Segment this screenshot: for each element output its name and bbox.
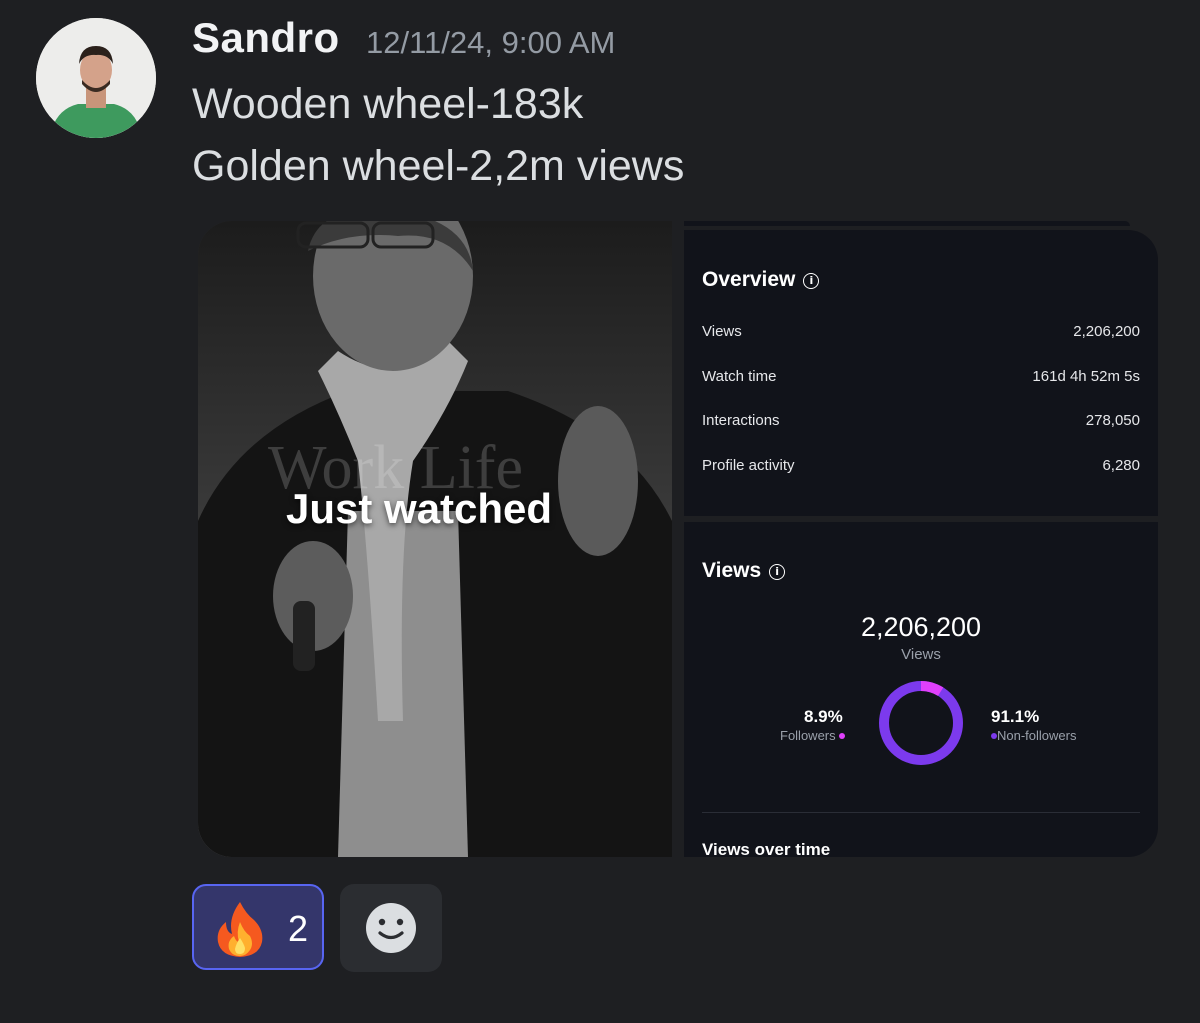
views-total: 2,206,200 <box>860 612 982 642</box>
overview-row-views: Views 2,206,200 <box>702 323 1140 340</box>
overview-row-interactions: Interactions 278,050 <box>702 412 1140 429</box>
video-thumbnail[interactable]: Work Life Just watched <box>198 221 672 857</box>
donut-non-followers-arc <box>879 681 963 765</box>
message-line-2: Golden wheel-2,2m views <box>192 142 685 190</box>
smiley-icon <box>366 903 416 953</box>
info-icon[interactable]: i <box>803 273 820 289</box>
followers-label: Followers <box>780 728 836 743</box>
row-value: 6,280 <box>1102 457 1140 474</box>
overview-panel[interactable]: Overview i Views 2,206,200 Watch time 161… <box>684 230 1158 516</box>
row-value: 2,206,200 <box>1073 323 1140 340</box>
fire-icon <box>217 902 263 957</box>
row-value: 278,050 <box>1085 412 1140 429</box>
add-reaction-button[interactable] <box>340 884 442 972</box>
row-label: Interactions <box>702 412 780 429</box>
followers-legend: Followers <box>780 728 846 743</box>
panel-top-edge <box>684 221 1130 226</box>
views-total-label: Views <box>901 646 941 663</box>
non-followers-percent: 91.1% <box>991 707 1040 726</box>
followers-dot <box>839 733 846 739</box>
reaction-count: 2 <box>288 908 309 949</box>
overview-row-watch-time: Watch time 161d 4h 52m 5s <box>702 368 1140 385</box>
overview-row-profile-activity: Profile activity 6,280 <box>702 457 1140 474</box>
fire-reaction-button[interactable]: 2 <box>192 884 324 970</box>
views-title: Views i <box>702 559 786 583</box>
overview-title: Overview i <box>702 268 820 292</box>
followers-donut-chart <box>879 681 963 765</box>
avatar[interactable] <box>36 18 156 138</box>
overview-title-text: Overview <box>702 268 796 291</box>
followers-percent: 8.9% <box>804 707 843 726</box>
views-title-text: Views <box>702 559 762 582</box>
non-followers-label: Non-followers <box>997 728 1077 743</box>
just-watched-label: Just watched <box>286 485 553 532</box>
row-label: Watch time <box>702 368 777 385</box>
author-name[interactable]: Sandro <box>192 14 340 62</box>
non-followers-legend: Non-followers <box>991 728 1076 743</box>
info-icon[interactable]: i <box>769 564 786 580</box>
views-panel[interactable]: Views i 2,206,200 Views 8.9% Followers 91… <box>684 522 1158 857</box>
message-timestamp: 12/11/24, 9:00 AM <box>366 25 616 60</box>
views-over-time-heading: Views over time <box>702 840 831 857</box>
row-label: Views <box>702 323 742 340</box>
video-person-image <box>198 221 672 857</box>
row-label: Profile activity <box>702 457 795 474</box>
divider <box>702 812 1140 813</box>
row-value: 161d 4h 52m 5s <box>1032 368 1140 385</box>
avatar-image <box>36 18 156 138</box>
message-line-1: Wooden wheel-183k <box>192 80 584 128</box>
